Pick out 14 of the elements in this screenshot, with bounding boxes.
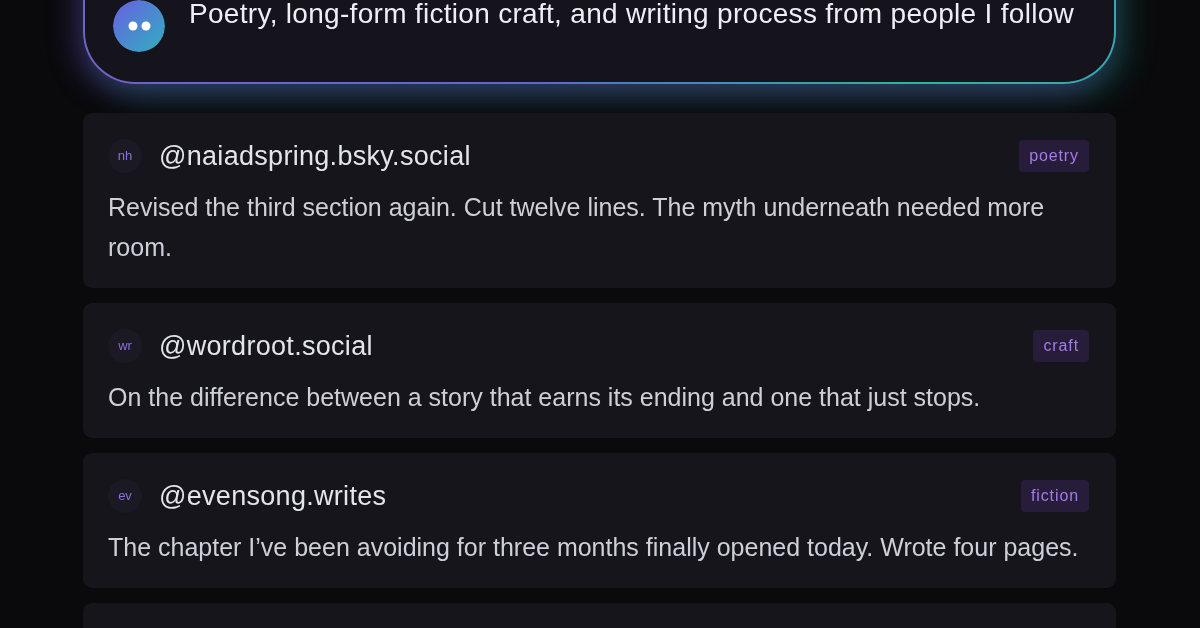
feed-description: Poetry, long-form fiction craft, and writing process from people I follow [189, 0, 1075, 30]
avatar-initials: nh [108, 139, 142, 173]
post-tag[interactable]: fiction [1020, 480, 1089, 512]
post-tag[interactable]: poetry [1019, 140, 1089, 172]
post-text: On the difference between a story that earns its ending and one that just stops. [108, 382, 982, 413]
post-text: The chapter I’ve been avoiding for three months finally opened today. Wrote four pages. [108, 532, 1080, 563]
post-handle[interactable]: @evensong.writes [159, 479, 387, 513]
post-tag[interactable]: craft [1033, 330, 1089, 362]
bot-face-icon [113, 0, 165, 52]
post-handle[interactable]: @naiadspring.bsky.social [159, 139, 471, 173]
avatar-initials: wr [108, 329, 142, 363]
avatar-initials: ev [108, 479, 142, 513]
post-handle[interactable]: @wordroot.social [159, 329, 373, 363]
post-text: Revised the third section again. Cut twelve lines. The myth underneath needed more room. [108, 192, 1046, 263]
